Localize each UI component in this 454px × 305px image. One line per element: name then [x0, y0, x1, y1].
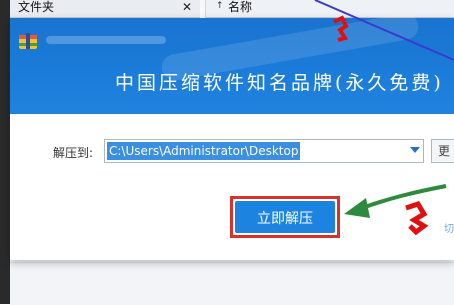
chevron-down-icon[interactable]: [410, 147, 420, 153]
tab-folders[interactable]: 文件夹 ✕: [10, 0, 200, 18]
switch-link[interactable]: 切: [444, 220, 454, 235]
extract-path-combobox[interactable]: C:\Users\Administrator\Desktop: [104, 139, 424, 163]
column-header-name[interactable]: ↑ 名称: [205, 0, 454, 18]
sort-up-icon: ↑: [216, 1, 224, 11]
extract-path-input[interactable]: C:\Users\Administrator\Desktop: [107, 142, 301, 160]
window-title-blurred: [46, 36, 166, 44]
extract-now-button[interactable]: 立即解压: [235, 201, 335, 233]
explorer-file-area: [10, 262, 454, 305]
dialog-header: 中国压缩软件知名品牌(永久免费): [10, 11, 454, 114]
extract-dialog: 中国压缩软件知名品牌(永久免费) 解压到: C:\Users\Administr…: [10, 11, 454, 260]
brand-slogan: 中国压缩软件知名品牌(永久免费): [115, 72, 444, 94]
tab-folders-label: 文件夹: [18, 0, 55, 14]
extract-to-label: 解压到:: [53, 146, 94, 160]
change-path-button[interactable]: 更: [431, 139, 454, 163]
archive-icon: [19, 33, 37, 49]
column-header-name-label: 名称: [228, 0, 253, 14]
window-edge: [0, 0, 10, 304]
close-icon[interactable]: ✕: [182, 0, 192, 14]
